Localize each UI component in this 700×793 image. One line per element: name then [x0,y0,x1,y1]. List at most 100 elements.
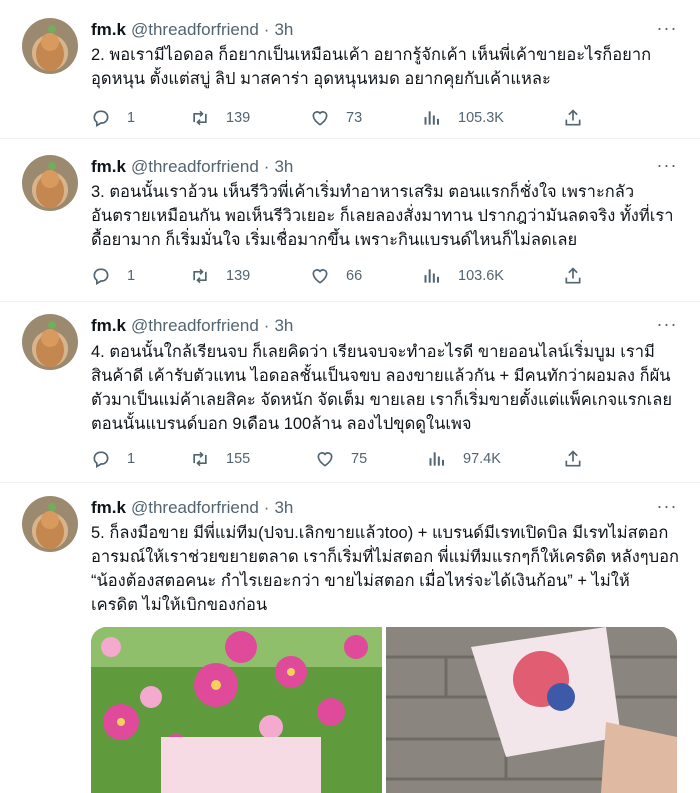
share-button[interactable] [563,264,583,288]
separator-dot: · [263,316,270,335]
retweet-button[interactable]: 139 [190,264,250,288]
share-icon [565,109,581,126]
separator-dot: · [263,498,270,517]
share-button[interactable] [563,447,583,471]
timestamp[interactable]: 3h [274,498,293,518]
tweet-text-line: 5. ก็ลงมือขาย มีพี่แม่ทีม(ปจบ.เลิกขายแล้… [91,524,669,542]
avatar-cat-image [36,321,64,367]
more-options-button[interactable]: ··· [656,156,678,178]
heart-icon [317,452,333,467]
reply-count: 1 [127,268,136,284]
tweet[interactable]: fm.k @threadforfriend · 3h ··· 3. ตอนนั้… [0,139,700,302]
like-button[interactable]: 66 [310,264,362,288]
retweet-icon [193,268,207,284]
timestamp[interactable]: 3h [274,157,293,177]
retweet-icon [193,451,207,467]
more-horizontal-icon: ··· [656,314,678,334]
user-handle[interactable]: @threadforfriend [131,20,259,40]
avatar-cat-image [36,162,64,208]
timestamp[interactable]: 3h [274,316,293,336]
flower-photo[interactable] [91,627,382,793]
reply-icon [93,268,109,285]
reply-button[interactable]: 1 [91,447,135,471]
tweet-text-line: ดื้อยามาก ก็เริ่มมั่นใจ เริ่มเชื่อมากขึ้… [91,231,578,249]
tweet-text-line: ตัวมาเป็นแม่ค้าเลยสิคะ จัดหนัก จัดเต็ม ข… [91,391,673,409]
view-count: 97.4K [463,451,501,467]
avatar-cat-image [36,503,64,549]
avatar[interactable] [22,155,78,211]
tweet-text-line: เครดิต ไม่ให้เบิกของก่อน [91,596,268,614]
more-horizontal-icon: ··· [656,155,678,175]
like-count: 75 [351,451,368,467]
tweet-text-line: ตอนนั้นแบรนด์บอก 9เดือน 100ล้าน ลองไปขุด… [91,415,472,433]
views-chart-icon [424,111,439,125]
display-name[interactable]: fm.k [91,316,126,336]
cosmos-flowers-image [91,627,382,793]
separator-dot: · [263,157,270,176]
product-photo[interactable] [386,627,677,793]
views-chart-icon [429,452,444,466]
reply-button[interactable]: 1 [91,264,135,288]
share-icon [565,450,581,467]
share-button[interactable] [563,106,583,130]
tweet-text-line: 2. พอเรามีไอดอล ก็อยากเป็นเหมือนเค้า อยา… [91,46,652,64]
avatar[interactable] [22,496,78,552]
tweet-text-line: อุดหนุน ตั้งแต่สบู่ ลิป มาสคาร่า อุดหนุน… [91,70,551,88]
tweet-header: fm.k @threadforfriend · 3h [91,156,293,178]
like-count: 73 [346,110,363,126]
more-horizontal-icon: ··· [656,18,678,38]
avatar[interactable] [22,18,78,74]
tweet-actions: 1 155 75 97.4K [91,447,596,471]
like-count: 66 [346,268,363,284]
user-handle[interactable]: @threadforfriend [131,498,259,518]
blurred-product-box-image [386,627,677,793]
tweet-text-line: อันตรายเหมือนกัน พอเห็นรีวิวเยอะ ก็เลยลอ… [91,207,674,225]
tweet-media-grid [91,627,677,793]
view-count: 105.3K [458,110,504,126]
avatar[interactable] [22,314,78,370]
user-handle[interactable]: @threadforfriend [131,316,259,336]
retweet-count: 139 [226,268,251,284]
retweet-count: 155 [226,451,251,467]
heart-icon [312,111,328,126]
display-name[interactable]: fm.k [91,498,126,518]
reply-icon [93,110,109,127]
heart-icon [312,269,328,284]
tweet-text: 2. พอเรามีไอดอล ก็อยากเป็นเหมือนเค้า อยา… [91,43,681,91]
more-options-button[interactable]: ··· [656,497,678,519]
views-button[interactable]: 105.3K [422,106,504,130]
tweet-text-line: สินค้าดี เค้ารับตัวแทน ไอดอลชั้นเป็นจขบ … [91,367,671,385]
timestamp[interactable]: 3h [274,20,293,40]
retweet-button[interactable]: 155 [190,447,250,471]
tweet-text: 5. ก็ลงมือขาย มีพี่แม่ทีม(ปจบ.เลิกขายแล้… [91,521,681,617]
tweet-actions: 1 139 73 105.3K [91,106,596,130]
tweet-actions: 1 139 66 103.6K [91,264,596,288]
tweet-header: fm.k @threadforfriend · 3h [91,497,293,519]
tweet-text-line: อารมณ์ให้เราช่วยขยายตลาด เราก็เริ่มที่ไม… [91,548,680,566]
tweet[interactable]: fm.k @threadforfriend · 3h ··· 2. พอเราม… [0,0,700,139]
reply-icon [93,451,109,468]
tweet-header: fm.k @threadforfriend · 3h [91,315,293,337]
more-options-button[interactable]: ··· [656,315,678,337]
tweet-text-line: 3. ตอนนั้นเราอ้วน เห็นรีวิวพี่เค้าเริ่มท… [91,183,635,201]
retweet-icon [193,110,207,126]
tweet[interactable]: fm.k @threadforfriend · 3h ··· 4. ตอนนั้… [0,302,700,483]
display-name[interactable]: fm.k [91,157,126,177]
display-name[interactable]: fm.k [91,20,126,40]
views-chart-icon [424,269,439,283]
retweet-button[interactable]: 139 [190,106,250,130]
reply-button[interactable]: 1 [91,106,135,130]
share-icon [565,267,581,284]
tweet-text-line: “น้องต้องสตอคนะ กำไรเยอะกว่า ขายไม่สตอก … [91,572,630,590]
separator-dot: · [263,20,270,39]
like-button[interactable]: 75 [315,447,367,471]
tweet-text: 3. ตอนนั้นเราอ้วน เห็นรีวิวพี่เค้าเริ่มท… [91,180,681,252]
tweet-header: fm.k @threadforfriend · 3h [91,19,293,41]
reply-count: 1 [127,110,136,126]
like-button[interactable]: 73 [310,106,362,130]
views-button[interactable]: 97.4K [427,447,501,471]
avatar-cat-image [36,25,64,71]
user-handle[interactable]: @threadforfriend [131,157,259,177]
views-button[interactable]: 103.6K [422,264,504,288]
more-options-button[interactable]: ··· [656,19,678,41]
